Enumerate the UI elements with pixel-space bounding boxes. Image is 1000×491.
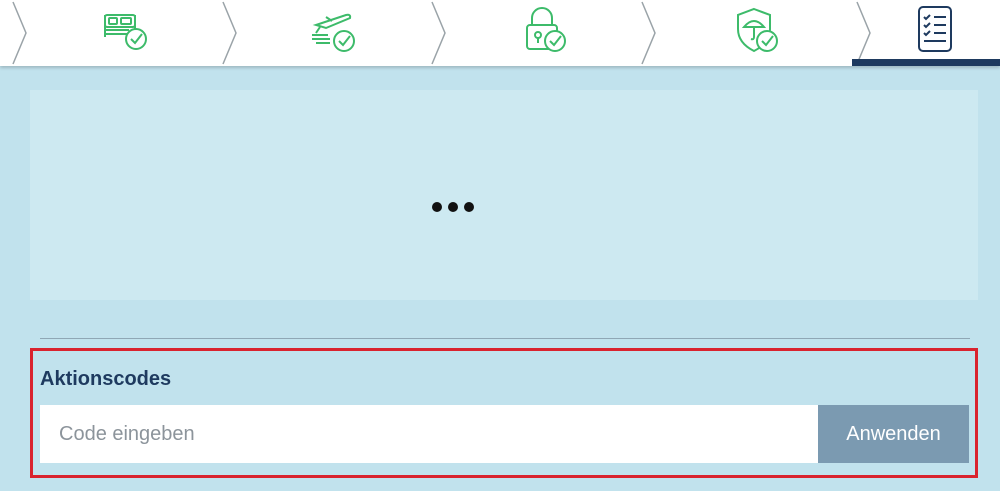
- step-summary[interactable]: [870, 0, 1000, 62]
- checklist-icon: [918, 6, 952, 52]
- step-secure-booking[interactable]: [445, 0, 642, 62]
- section-divider: [40, 338, 970, 339]
- loading-panel: [30, 90, 978, 300]
- step-flight[interactable]: [236, 0, 432, 62]
- step-insurance[interactable]: [655, 0, 857, 62]
- flight-check-icon: [312, 13, 355, 52]
- booking-progress-stepper: [0, 0, 1000, 66]
- loading-dots-icon: [432, 202, 474, 212]
- promo-code-title: Aktionscodes: [40, 368, 172, 390]
- apply-code-button[interactable]: Anwenden: [818, 405, 969, 463]
- promo-code-input[interactable]: [40, 405, 818, 463]
- hotel-bed-check-icon: [103, 14, 147, 50]
- lock-check-icon: [525, 7, 566, 52]
- active-step-indicator: [852, 59, 1000, 66]
- step-hotel[interactable]: [26, 0, 223, 62]
- insurance-shield-check-icon: [737, 7, 778, 53]
